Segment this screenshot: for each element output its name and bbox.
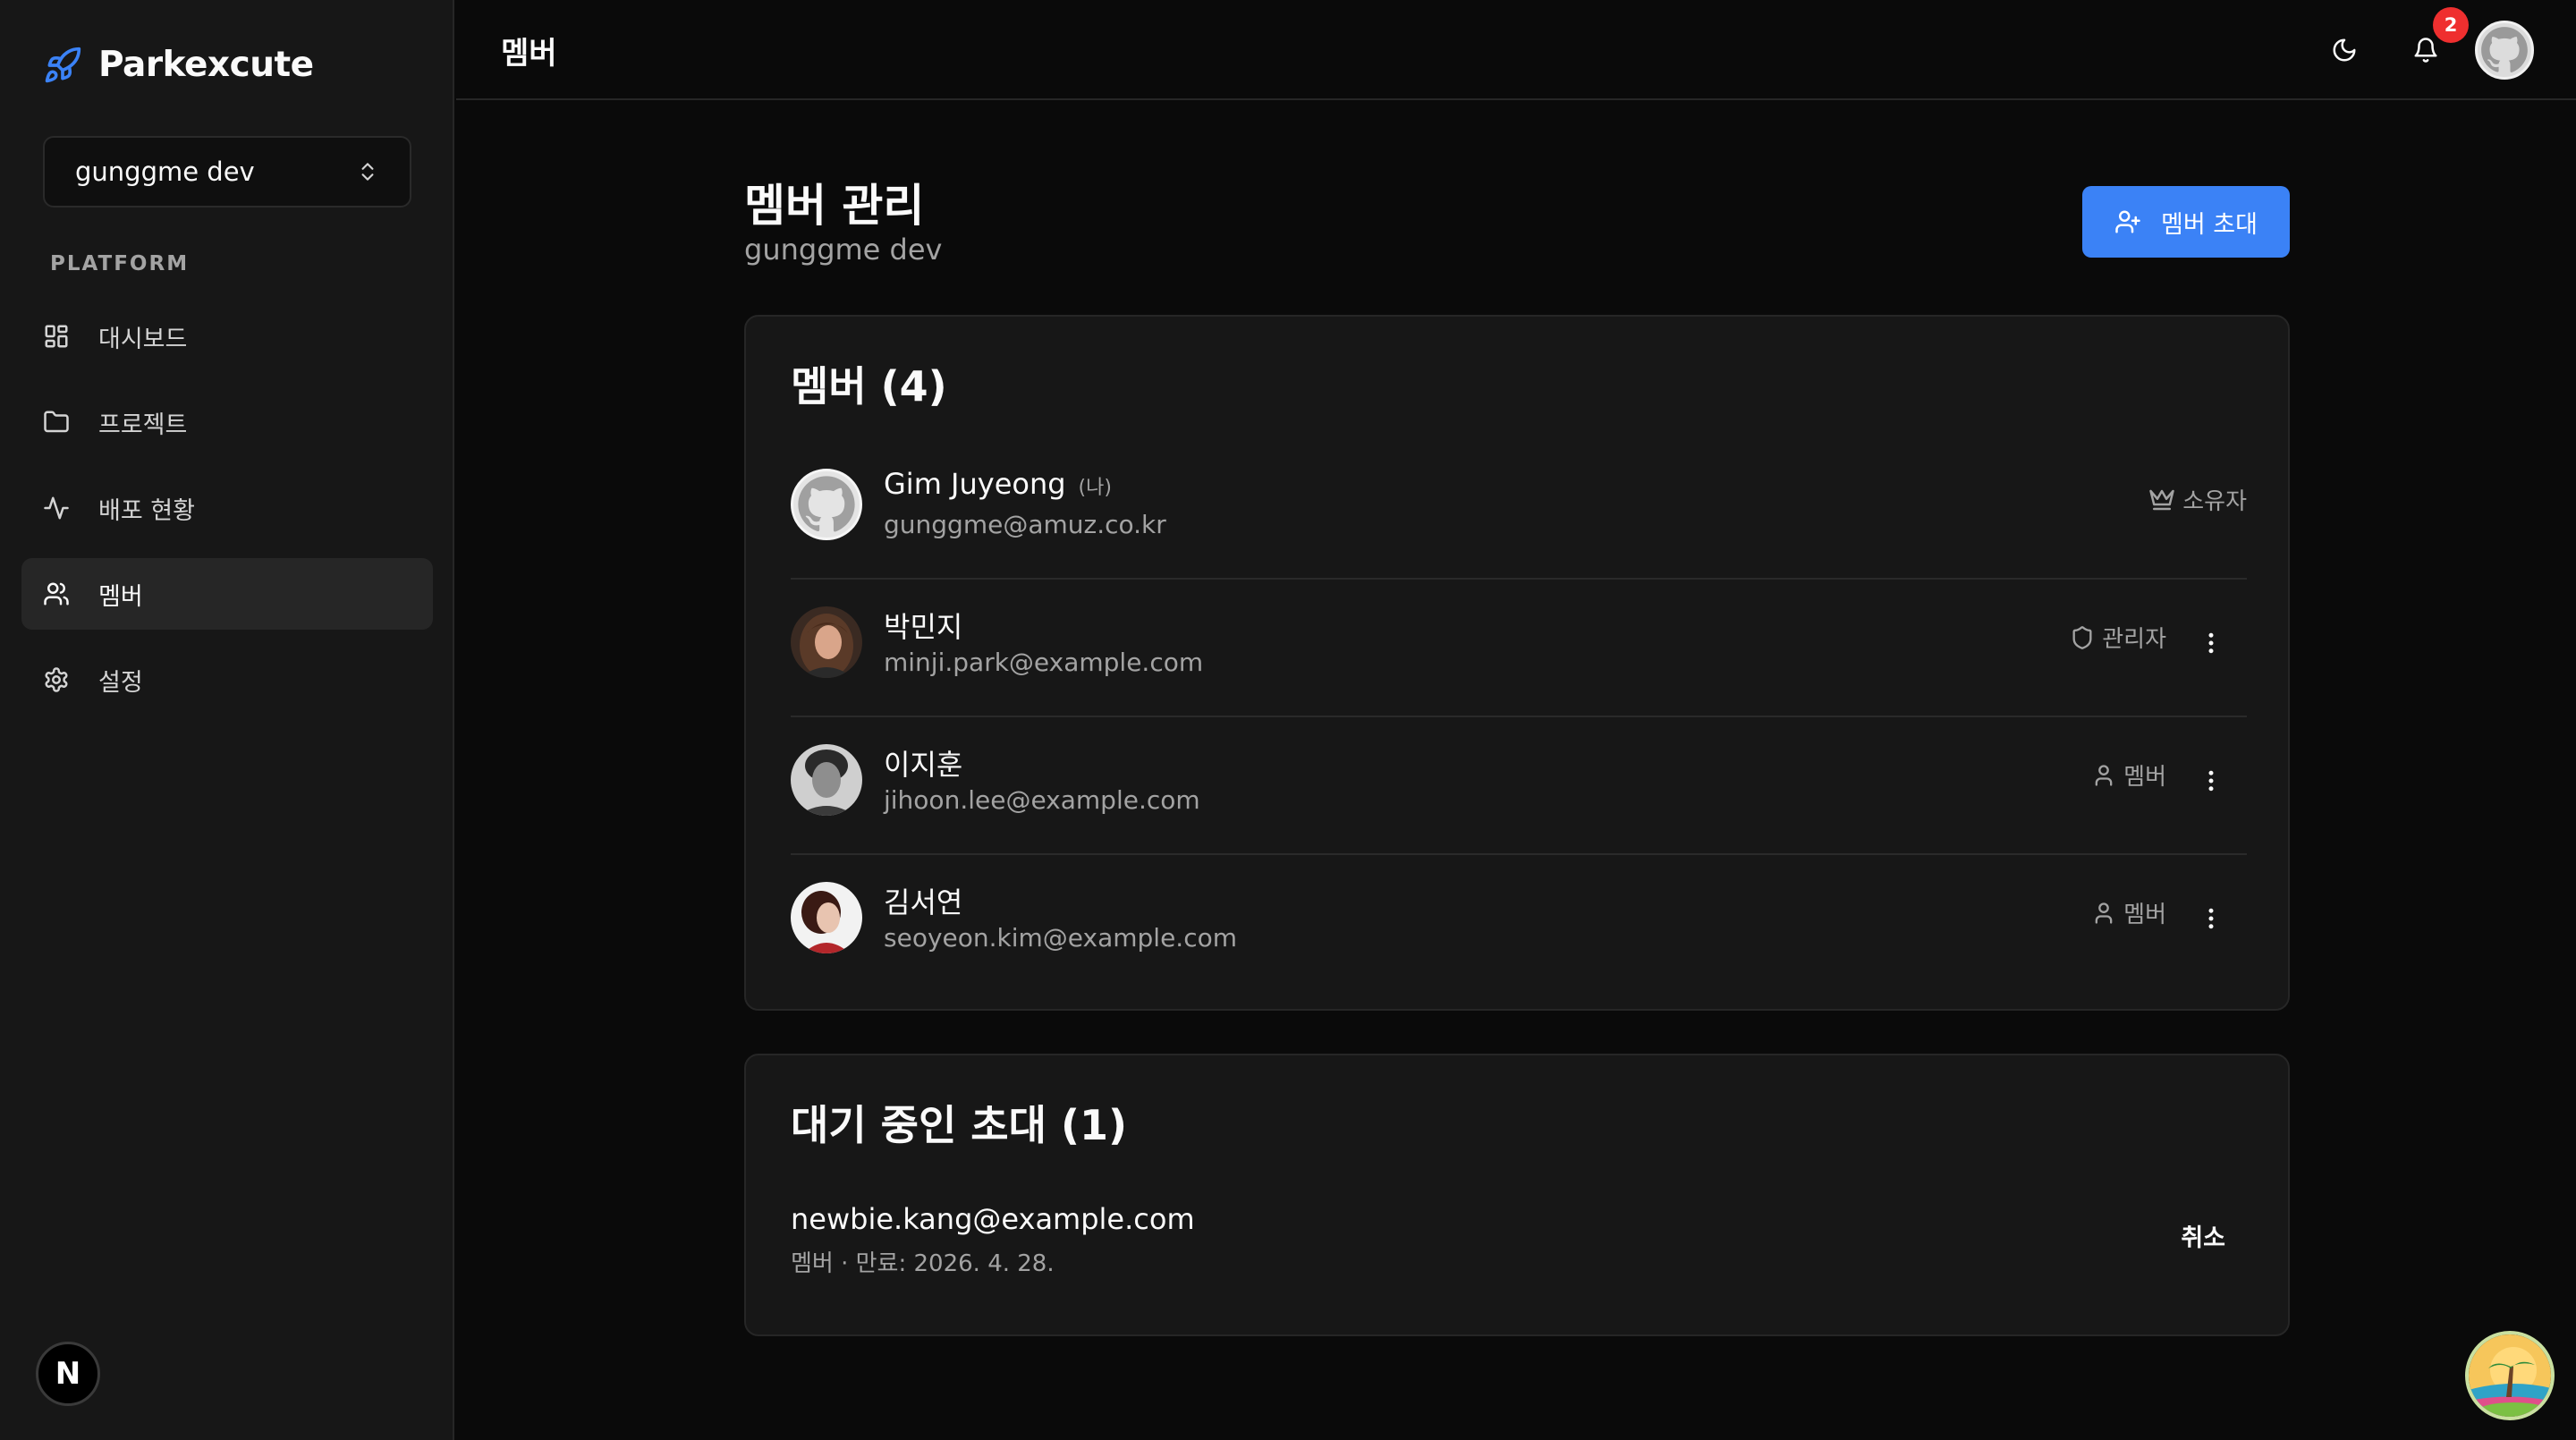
- sidebar-item-deployments[interactable]: 배포 현황: [21, 472, 433, 544]
- invite-member-label: 멤버 초대: [2161, 210, 2258, 239]
- member-row: Gim Juyeong (나) gunggme@amuz.co.kr 소유자: [791, 442, 2247, 580]
- page-title: 멤버 관리: [744, 180, 925, 232]
- members-card: 멤버 (4) Gim Juyeong (나) gunggme@amuz.co.kr…: [744, 315, 2290, 1011]
- rocket-icon: [43, 46, 82, 85]
- brand[interactable]: Parkexcute: [43, 45, 314, 85]
- sidebar-item-projects[interactable]: 프로젝트: [21, 386, 433, 458]
- github-avatar-icon: [797, 475, 856, 534]
- moon-icon: [2331, 37, 2358, 64]
- me-tag: (나): [1078, 477, 1112, 499]
- header-title: 멤버: [501, 36, 557, 72]
- workspace-switcher[interactable]: gunggme dev: [43, 136, 411, 208]
- sidebar-item-settings[interactable]: 설정: [21, 644, 433, 716]
- member-email: seoyeon.kim@example.com: [884, 923, 1238, 953]
- sidebar-item-dashboard[interactable]: 대시보드: [21, 301, 433, 372]
- member-actions-button[interactable]: [2193, 621, 2229, 665]
- member-name-text: Gim Juyeong: [884, 467, 1066, 501]
- member-avatar: [791, 469, 862, 540]
- invite-member-button[interactable]: 멤버 초대: [2082, 186, 2290, 258]
- user-icon: [2091, 763, 2116, 788]
- member-role: 멤버: [2091, 758, 2166, 792]
- more-vertical-icon: [2198, 905, 2224, 932]
- crown-icon: [2148, 487, 2175, 513]
- nav-group-label: PLATFORM: [50, 252, 190, 275]
- pending-invites-card: 대기 중인 초대 (1) newbie.kang@example.com 멤버 …: [744, 1054, 2290, 1336]
- member-role-label: 멤버: [2123, 902, 2166, 928]
- member-name: 박민지: [884, 610, 963, 644]
- member-avatar: [791, 882, 862, 953]
- sidebar-item-label: 대시보드: [98, 325, 188, 353]
- cancel-invite-button[interactable]: 취소: [2163, 1211, 2243, 1260]
- member-role: 소유자: [2148, 483, 2247, 516]
- activity-icon: [43, 495, 70, 521]
- dev-tools-badge[interactable]: N: [36, 1342, 100, 1406]
- bell-icon: [2412, 37, 2439, 64]
- member-row: 이지훈 jihoon.lee@example.com 멤버: [791, 717, 2247, 855]
- folder-icon: [43, 409, 70, 436]
- member-email: gunggme@amuz.co.kr: [884, 510, 1166, 539]
- member-role-label: 멤버: [2123, 764, 2166, 791]
- sidebar-item-label: 설정: [98, 668, 143, 697]
- member-avatar: [791, 744, 862, 816]
- gear-icon: [43, 666, 70, 693]
- member-avatar: [791, 606, 862, 678]
- user-avatar-button[interactable]: [2475, 21, 2534, 80]
- sidebar-nav: 대시보드 프로젝트 배포 현황 멤버 설정: [21, 301, 433, 730]
- notification-count-badge: 2: [2433, 7, 2469, 43]
- more-vertical-icon: [2198, 630, 2224, 656]
- sidebar-item-label: 프로젝트: [98, 411, 188, 439]
- member-role: 멤버: [2091, 896, 2166, 929]
- member-role: 관리자: [2070, 621, 2166, 654]
- sidebar: Parkexcute gunggme dev PLATFORM 대시보드 프로젝…: [0, 0, 454, 1440]
- floating-avatar-button[interactable]: [2465, 1331, 2555, 1420]
- invite-email: newbie.kang@example.com: [791, 1202, 1195, 1236]
- sidebar-item-label: 배포 현황: [98, 496, 195, 525]
- dashboard-icon: [43, 323, 70, 350]
- theme-toggle-button[interactable]: [2319, 25, 2369, 75]
- member-actions-button[interactable]: [2193, 758, 2229, 803]
- pending-invites-title: 대기 중인 초대 (1): [791, 1101, 1128, 1149]
- member-role-label: 소유자: [2182, 488, 2247, 515]
- member-email: jihoon.lee@example.com: [884, 785, 1200, 815]
- invite-meta: 멤버 · 만료: 2026. 4. 28.: [791, 1250, 1055, 1277]
- member-role-label: 관리자: [2102, 626, 2166, 653]
- member-row: 김서연 seoyeon.kim@example.com 멤버: [791, 855, 2247, 993]
- member-name: 김서연: [884, 885, 963, 919]
- member-actions-button[interactable]: [2193, 896, 2229, 941]
- users-icon: [43, 580, 70, 607]
- brand-name: Parkexcute: [98, 45, 314, 85]
- user-icon: [2091, 901, 2116, 926]
- more-vertical-icon: [2198, 767, 2224, 794]
- member-row: 박민지 minji.park@example.com 관리자: [791, 580, 2247, 717]
- member-name: Gim Juyeong (나): [884, 467, 1112, 501]
- member-email: minji.park@example.com: [884, 648, 1204, 677]
- sidebar-item-members[interactable]: 멤버: [21, 558, 433, 630]
- shield-icon: [2070, 625, 2095, 650]
- sidebar-item-label: 멤버: [98, 582, 143, 611]
- page-subtitle: gunggme dev: [744, 233, 943, 267]
- members-card-title: 멤버 (4): [791, 362, 947, 411]
- member-name: 이지훈: [884, 748, 963, 782]
- workspace-name: gunggme dev: [75, 157, 255, 187]
- github-avatar-icon: [2480, 26, 2529, 74]
- top-header: 멤버: [456, 0, 2576, 100]
- chevrons-up-down-icon: [356, 160, 379, 183]
- user-plus-icon: [2114, 208, 2141, 235]
